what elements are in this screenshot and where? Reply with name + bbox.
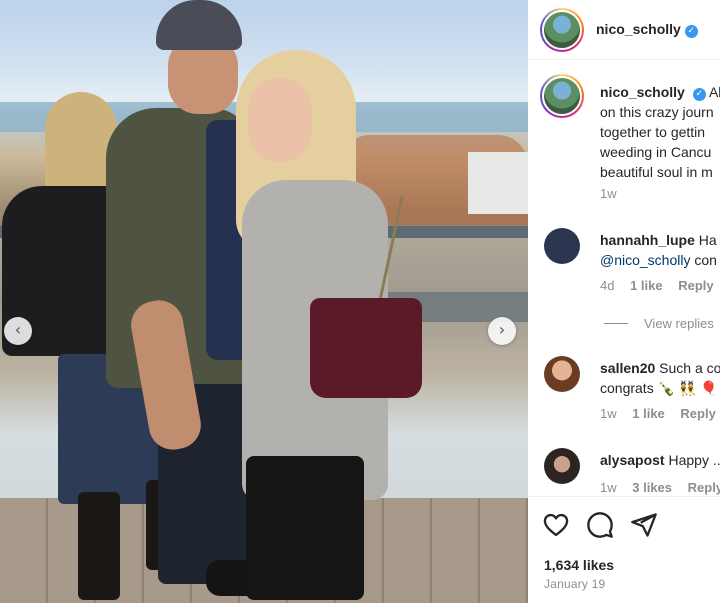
comment-time: 1w xyxy=(600,406,617,421)
post-sidebar: nico_scholly ✓ nico_scholly ✓ Al on this c… xyxy=(528,0,720,603)
verified-badge-icon: ✓ xyxy=(684,25,698,38)
reply-button[interactable]: Reply xyxy=(680,406,715,421)
post-date: January 19 xyxy=(544,577,606,591)
comment-text: sallen20 Such a co congrats 🍾 👯 🎈 xyxy=(600,360,720,396)
caption-line-4: weeding in Cancu xyxy=(600,144,712,160)
commenter-avatar[interactable] xyxy=(544,228,580,264)
view-replies-button[interactable]: View replies xyxy=(604,316,714,331)
comment-likes[interactable]: 1 like xyxy=(632,406,665,421)
comment-time: 1w xyxy=(600,480,617,495)
commenter-avatar[interactable] xyxy=(544,356,580,392)
chevron-left-icon[interactable]: ‹ xyxy=(4,317,32,345)
caption-username[interactable]: nico_scholly xyxy=(600,84,685,100)
caption-line-1: Al xyxy=(708,84,720,100)
author-username[interactable]: nico_scholly ✓ xyxy=(596,21,698,38)
caption-time: 1w xyxy=(600,186,617,201)
post-caption: nico_scholly ✓ Al on this crazy journ tog… xyxy=(600,82,720,182)
person-left-boot xyxy=(78,492,120,600)
comment-icon[interactable] xyxy=(586,511,614,539)
heart-icon[interactable] xyxy=(542,511,570,539)
commenter-username[interactable]: alysapost xyxy=(600,452,665,468)
mention-link[interactable]: @nico_scholly xyxy=(600,252,690,268)
reply-button[interactable]: Reply xyxy=(688,480,720,495)
caption-line-5: beautiful soul in m xyxy=(600,164,713,180)
woman-leggings xyxy=(246,456,364,600)
woman-handbag xyxy=(310,298,422,398)
share-icon[interactable] xyxy=(630,511,658,539)
divider-line xyxy=(604,323,628,324)
comment-text: hannahh_lupe Ha @nico_scholly con xyxy=(600,232,717,268)
building-background xyxy=(468,152,528,214)
comment-meta: 1w 1 like Reply xyxy=(600,406,720,421)
post-actions: 1,634 likes January 19 xyxy=(528,496,720,603)
comment-meta: 4d 1 like Reply xyxy=(600,278,720,293)
comment-time: 4d xyxy=(600,278,615,293)
man-cap xyxy=(156,0,242,50)
caption-line-3: together to gettin xyxy=(600,124,706,140)
commenter-avatar[interactable] xyxy=(544,448,580,484)
post-header: nico_scholly ✓ xyxy=(528,0,720,60)
comment-likes[interactable]: 1 like xyxy=(630,278,663,293)
reply-button[interactable]: Reply xyxy=(678,278,713,293)
caption-avatar[interactable] xyxy=(540,74,584,118)
verified-badge-icon: ✓ xyxy=(692,88,706,101)
comment-meta: 1w 3 likes Reply xyxy=(600,480,720,495)
chevron-right-icon[interactable]: › xyxy=(488,317,516,345)
caption-line-2: on this crazy journ xyxy=(600,104,714,120)
woman-face xyxy=(248,78,312,162)
commenter-username[interactable]: sallen20 xyxy=(600,360,655,376)
comment-text: alysapost Happy ... xyxy=(600,452,720,468)
commenter-username[interactable]: hannahh_lupe xyxy=(600,232,695,248)
likes-count[interactable]: 1,634 likes xyxy=(544,557,614,573)
author-avatar[interactable] xyxy=(540,8,584,52)
comment-likes[interactable]: 3 likes xyxy=(632,480,672,495)
post-photo[interactable]: ‹ › xyxy=(0,0,528,603)
